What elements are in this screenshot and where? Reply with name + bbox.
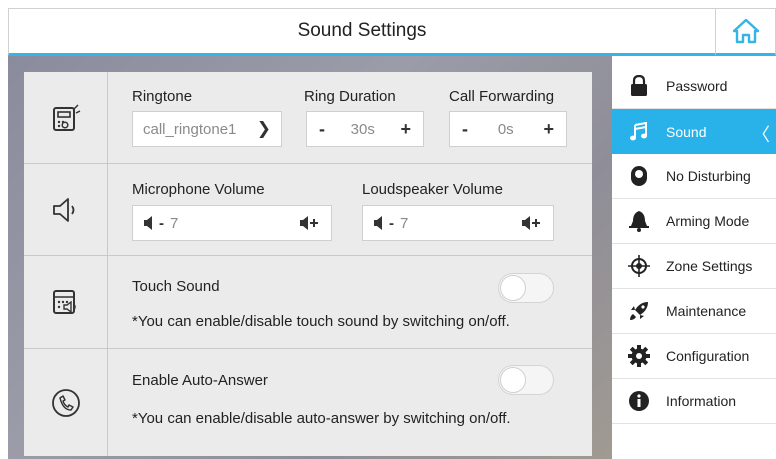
auto-answer-toggle[interactable] bbox=[498, 365, 554, 395]
sidebar-item-password[interactable]: Password bbox=[612, 64, 776, 109]
ring-duration-decrease-button[interactable]: - bbox=[319, 119, 325, 140]
loudspeaker-volume-up-button[interactable] bbox=[521, 215, 541, 235]
loudspeaker-volume-control[interactable]: - 7 bbox=[362, 205, 554, 241]
ring-duration-label: Ring Duration bbox=[304, 88, 396, 105]
sidebar-item-no-disturbing[interactable]: No Disturbing bbox=[612, 154, 776, 199]
main-area: Ringtone call_ringtone1 ❯ Ring Duration … bbox=[8, 56, 612, 459]
volume-row: Microphone Volume - 7 Loudspeaker Volume… bbox=[24, 164, 592, 256]
call-forwarding-label: Call Forwarding bbox=[449, 88, 555, 105]
sidebar-item-label: Information bbox=[666, 393, 737, 409]
sidebar-item-label: Password bbox=[666, 78, 728, 94]
header-bar: Sound Settings bbox=[8, 8, 716, 56]
touch-sound-toggle[interactable] bbox=[498, 273, 554, 303]
sidebar-item-label: Configuration bbox=[666, 348, 750, 364]
ring-duration-stepper[interactable]: - 30s + bbox=[306, 111, 424, 147]
music-note-icon bbox=[612, 121, 666, 142]
moon-icon bbox=[612, 165, 666, 187]
sidebar-item-label: No Disturbing bbox=[666, 168, 751, 184]
settings-panel: Ringtone call_ringtone1 ❯ Ring Duration … bbox=[24, 72, 592, 456]
home-icon bbox=[732, 18, 759, 44]
ringtone-icon-cell bbox=[24, 72, 108, 163]
volume-up-icon bbox=[300, 216, 318, 230]
sidebar-item-label: Arming Mode bbox=[666, 213, 750, 229]
sidebar-item-label: Sound bbox=[666, 123, 707, 140]
loudspeaker-volume-down-button[interactable]: - bbox=[373, 215, 394, 232]
call-forwarding-increase-button[interactable]: + bbox=[543, 119, 554, 140]
microphone-volume-up-button[interactable] bbox=[299, 215, 319, 235]
ring-duration-value: 30s bbox=[350, 120, 375, 138]
touch-sound-label: Touch Sound bbox=[132, 278, 220, 295]
target-icon bbox=[612, 255, 666, 277]
chevron-right-icon: ❯ bbox=[256, 119, 271, 138]
loudspeaker-volume-label: Loudspeaker Volume bbox=[362, 181, 503, 198]
auto-answer-icon-cell bbox=[24, 349, 108, 456]
call-forwarding-decrease-button[interactable]: - bbox=[462, 119, 468, 140]
ring-duration-increase-button[interactable]: + bbox=[400, 119, 411, 140]
sidebar-item-configuration[interactable]: Configuration bbox=[612, 334, 776, 379]
ringtone-select[interactable]: call_ringtone1 ❯ bbox=[132, 111, 282, 147]
auto-answer-note: *You can enable/disable auto-answer by s… bbox=[132, 410, 511, 427]
auto-answer-row: Enable Auto-Answer *You can enable/disab… bbox=[24, 349, 592, 456]
keypad-sound-icon bbox=[52, 290, 76, 314]
sidebar-item-sound[interactable]: Sound 〈 bbox=[612, 109, 776, 154]
auto-answer-label: Enable Auto-Answer bbox=[132, 372, 268, 389]
ringtone-value: call_ringtone1 bbox=[143, 120, 237, 138]
info-icon bbox=[612, 390, 666, 412]
bell-icon bbox=[612, 210, 666, 232]
sidebar-item-label: Maintenance bbox=[666, 303, 747, 319]
page-title: Sound Settings bbox=[297, 20, 427, 41]
toggle-knob bbox=[500, 367, 526, 393]
volume-down-icon bbox=[374, 216, 382, 230]
microphone-volume-value: 7 bbox=[170, 214, 179, 232]
toggle-knob bbox=[500, 275, 526, 301]
sidebar-item-maintenance[interactable]: Maintenance bbox=[612, 289, 776, 334]
speaker-icon bbox=[52, 197, 74, 222]
volume-up-icon bbox=[522, 216, 540, 230]
minus-sign: - bbox=[389, 214, 394, 232]
ringtone-row: Ringtone call_ringtone1 ❯ Ring Duration … bbox=[24, 72, 592, 164]
ringtone-label: Ringtone bbox=[132, 88, 193, 105]
touch-sound-row: Touch Sound *You can enable/disable touc… bbox=[24, 256, 592, 349]
loudspeaker-volume-value: 7 bbox=[400, 214, 409, 232]
phone-ringtone-icon bbox=[52, 103, 80, 131]
volume-down-icon bbox=[144, 216, 152, 230]
touch-sound-icon-cell bbox=[24, 256, 108, 348]
sidebar-item-zone-settings[interactable]: Zone Settings bbox=[612, 244, 776, 289]
microphone-volume-control[interactable]: - 7 bbox=[132, 205, 332, 241]
auto-answer-icon bbox=[51, 388, 80, 417]
lock-icon bbox=[612, 75, 666, 97]
call-forwarding-stepper[interactable]: - 0s + bbox=[449, 111, 567, 147]
rocket-icon bbox=[612, 300, 666, 322]
gear-icon bbox=[612, 345, 666, 367]
minus-sign: - bbox=[159, 214, 164, 232]
chevron-left-icon: 〈 bbox=[752, 125, 770, 145]
sidebar-item-information[interactable]: Information bbox=[612, 379, 776, 424]
sidebar-item-label: Zone Settings bbox=[666, 258, 753, 274]
home-button[interactable] bbox=[716, 8, 776, 56]
microphone-volume-down-button[interactable]: - bbox=[143, 215, 164, 232]
microphone-volume-label: Microphone Volume bbox=[132, 181, 265, 198]
sidebar: Password Sound 〈 No Disturbing Arming Mo… bbox=[612, 64, 776, 459]
sidebar-item-arming-mode[interactable]: Arming Mode bbox=[612, 199, 776, 244]
call-forwarding-value: 0s bbox=[497, 120, 514, 138]
touch-sound-note: *You can enable/disable touch sound by s… bbox=[132, 313, 510, 330]
volume-icon-cell bbox=[24, 164, 108, 255]
